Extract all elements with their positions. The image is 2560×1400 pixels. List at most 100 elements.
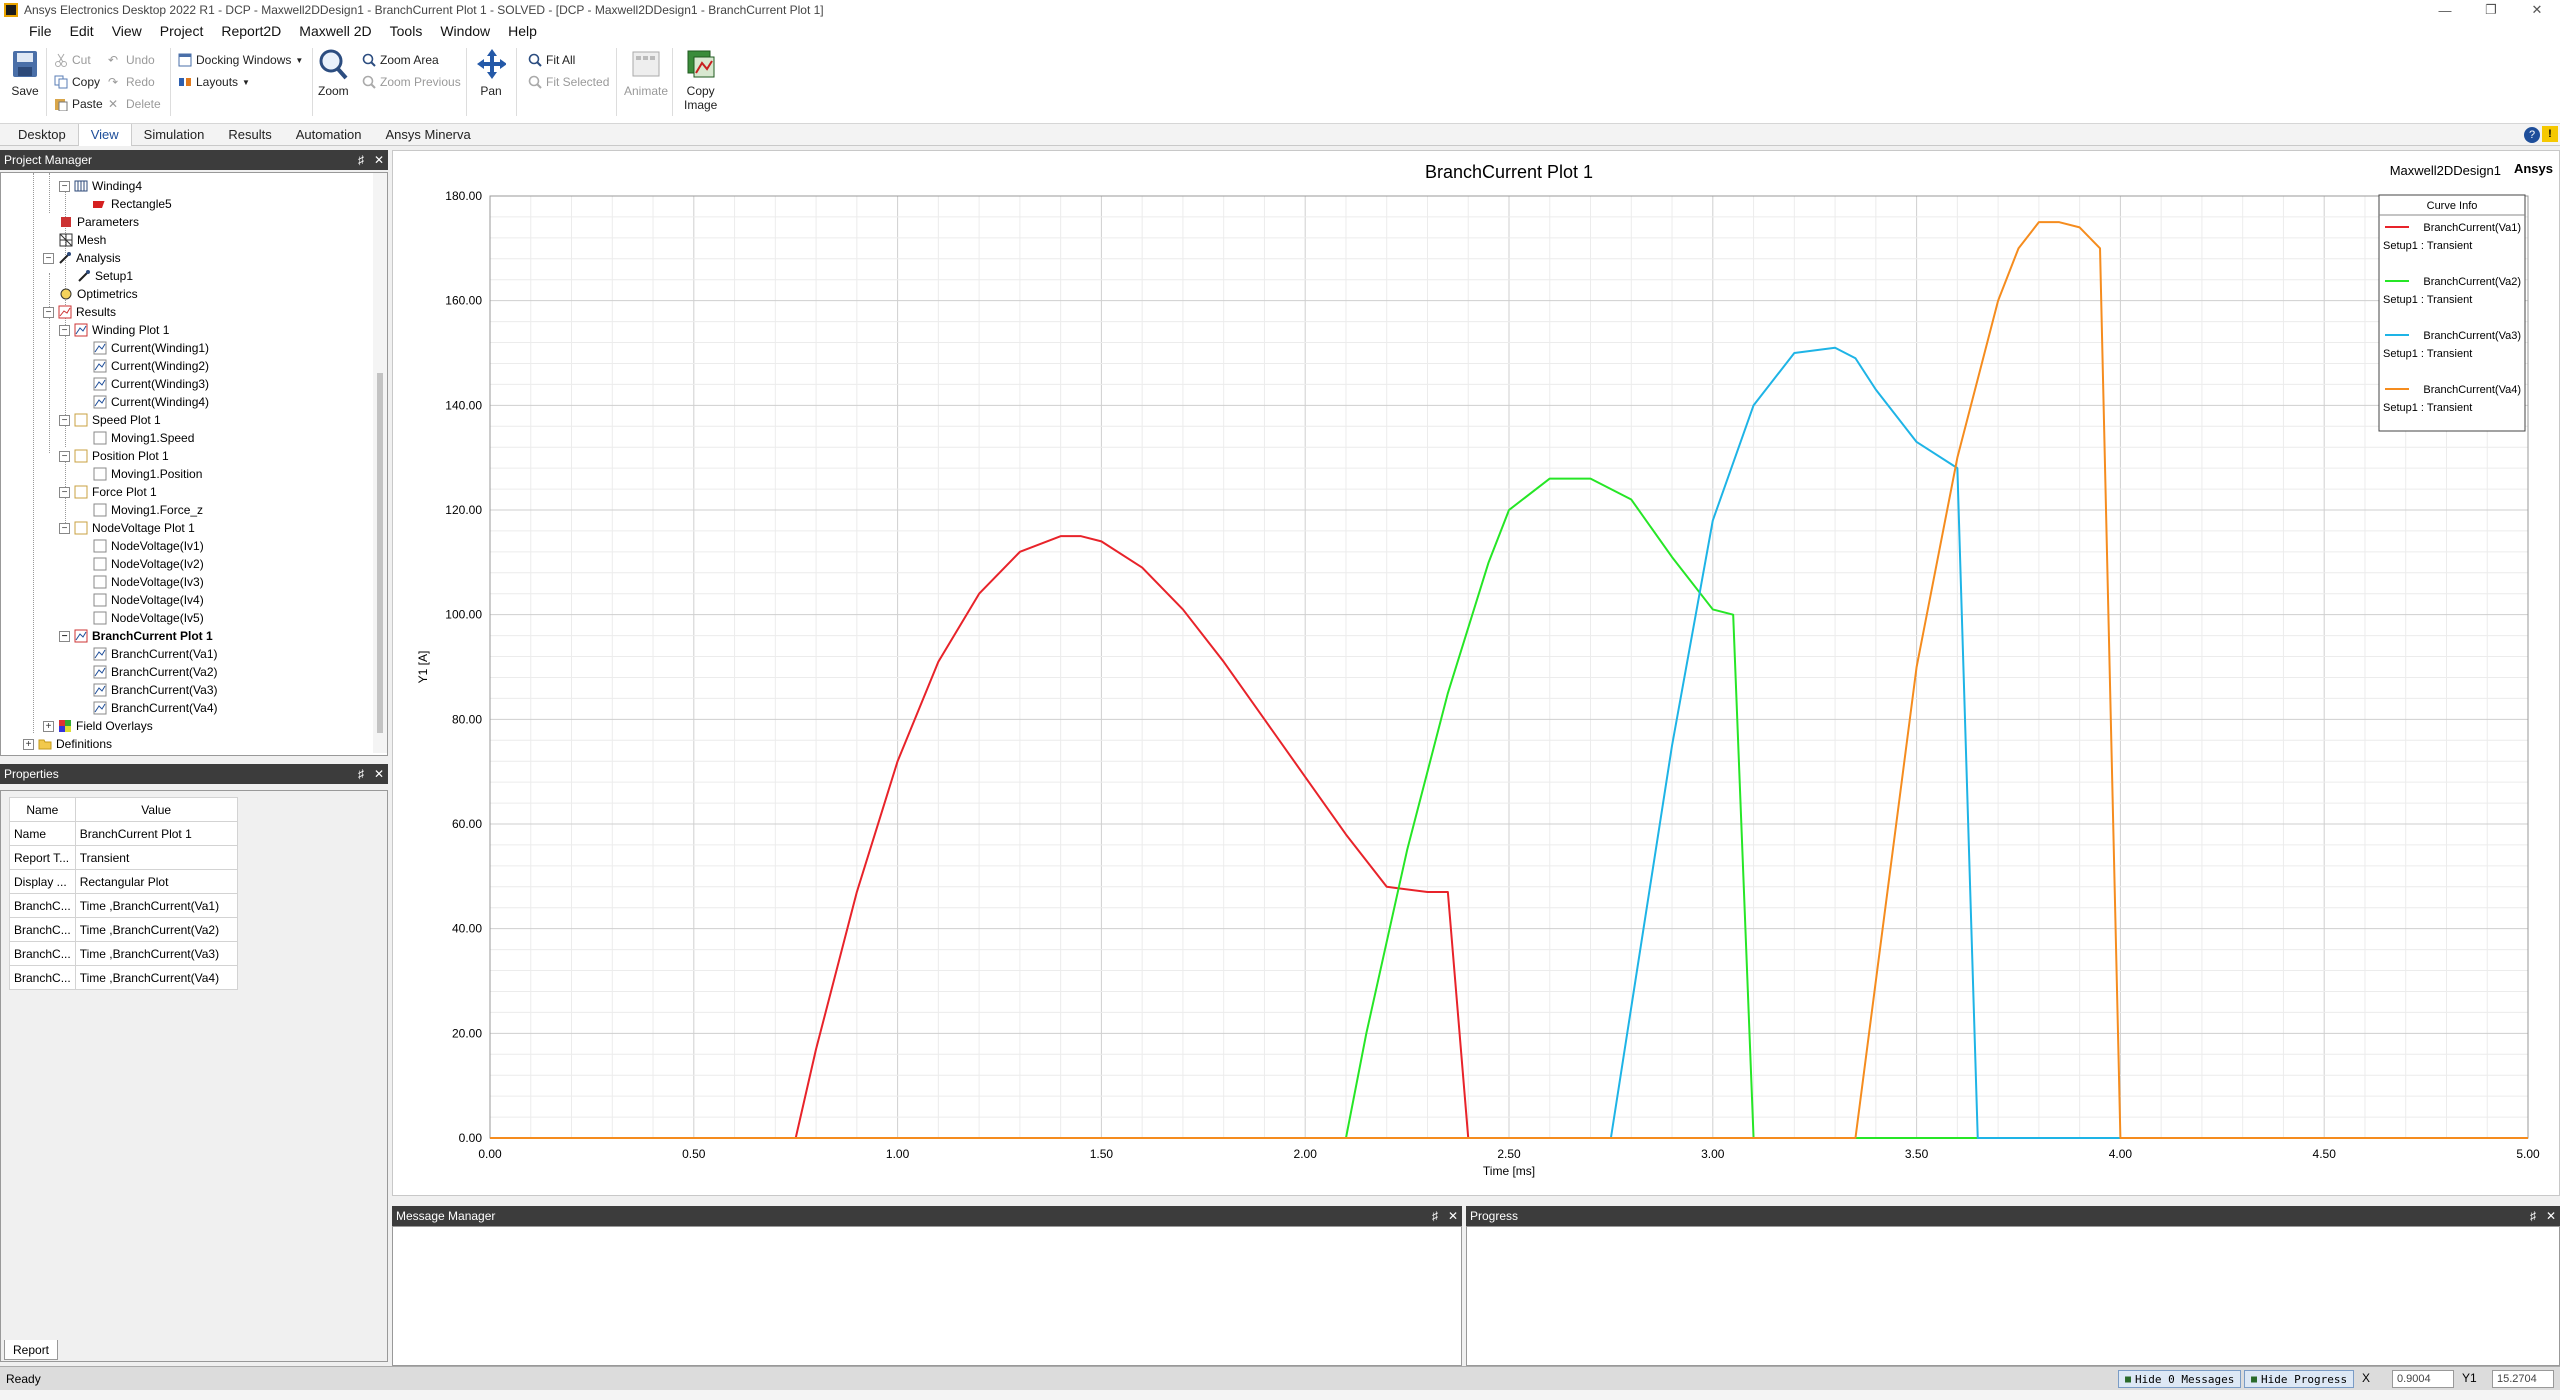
tab-simulation[interactable]: Simulation: [132, 124, 217, 146]
layouts-button[interactable]: Layouts ▼: [178, 72, 250, 92]
tab-automation[interactable]: Automation: [284, 124, 374, 146]
expand-icon[interactable]: +: [23, 738, 34, 750]
table-row[interactable]: BranchC... Time ,BranchCurrent(Va3): [9, 941, 238, 966]
tree-speed-plot[interactable]: − Speed Plot 1: [59, 411, 161, 429]
minimize-icon[interactable]: —: [2422, 0, 2468, 20]
tree-winding-plot[interactable]: − Winding Plot 1: [59, 321, 169, 339]
pan-button[interactable]: Pan: [476, 48, 506, 98]
cut-button[interactable]: Cut: [54, 50, 91, 70]
scrollbar-thumb[interactable]: [377, 373, 383, 733]
paste-button[interactable]: Paste: [54, 94, 103, 114]
tree-setup1[interactable]: Setup1: [77, 267, 133, 285]
tree-trace-item[interactable]: BranchCurrent(Va3): [93, 681, 218, 699]
tree-trace-item[interactable]: NodeVoltage(Iv1): [93, 537, 204, 555]
table-row[interactable]: BranchC... Time ,BranchCurrent(Va1): [9, 893, 238, 918]
collapse-icon[interactable]: −: [59, 630, 70, 642]
tree-trace-item[interactable]: NodeVoltage(Iv3): [93, 573, 204, 591]
tree-rectangle5[interactable]: Rectangle5: [89, 195, 172, 213]
menu-report2d[interactable]: Report2D: [212, 23, 290, 39]
tree-branchcurrent-plot[interactable]: − BranchCurrent Plot 1: [59, 627, 213, 645]
tab-view[interactable]: View: [77, 123, 132, 146]
tree-mesh[interactable]: Mesh: [59, 231, 106, 249]
tab-ansys-minerva[interactable]: Ansys Minerva: [373, 124, 482, 146]
menu-tools[interactable]: Tools: [381, 23, 432, 39]
tree-nodevoltage-plot[interactable]: − NodeVoltage Plot 1: [59, 519, 195, 537]
close-pane-icon[interactable]: ✕: [2546, 1209, 2556, 1223]
tree-trace-item[interactable]: Current(Winding2): [93, 357, 209, 375]
close-pane-icon[interactable]: ✕: [374, 153, 384, 167]
tree-trace-item[interactable]: NodeVoltage(Iv2): [93, 555, 204, 573]
collapse-icon[interactable]: −: [59, 324, 70, 336]
menu-project[interactable]: Project: [151, 23, 213, 39]
collapse-icon[interactable]: −: [43, 252, 54, 264]
collapse-icon[interactable]: −: [59, 486, 70, 498]
fit-all-button[interactable]: Fit All: [528, 50, 575, 70]
table-row[interactable]: BranchC... Time ,BranchCurrent(Va2): [9, 917, 238, 942]
tree-field-overlays[interactable]: + Field Overlays: [43, 717, 153, 735]
tree-trace-item[interactable]: BranchCurrent(Va4): [93, 699, 218, 717]
animate-button[interactable]: Animate: [624, 48, 668, 98]
expand-icon[interactable]: +: [43, 720, 54, 732]
menu-maxwell2d[interactable]: Maxwell 2D: [290, 23, 380, 39]
hide-messages-button[interactable]: ■ Hide 0 Messages: [2118, 1370, 2242, 1388]
zoom-button[interactable]: Zoom: [318, 48, 349, 98]
tree-trace-item[interactable]: Current(Winding3): [93, 375, 209, 393]
tab-results[interactable]: Results: [216, 124, 283, 146]
pin-icon[interactable]: ♯: [358, 767, 364, 781]
warning-icon[interactable]: !: [2542, 126, 2558, 142]
menu-help[interactable]: Help: [499, 23, 546, 39]
redo-button[interactable]: ↷ Redo: [108, 72, 155, 92]
tree-trace-item[interactable]: NodeVoltage(Iv5): [93, 609, 204, 627]
zoom-previous-button[interactable]: Zoom Previous: [362, 72, 461, 92]
pin-icon[interactable]: ♯: [2530, 1209, 2536, 1223]
undo-button[interactable]: ↶ Undo: [108, 50, 155, 70]
tree-scrollbar[interactable]: [373, 173, 387, 753]
collapse-icon[interactable]: −: [59, 180, 70, 192]
docking-windows-button[interactable]: Docking Windows ▼: [178, 50, 303, 70]
zoom-area-button[interactable]: Zoom Area: [362, 50, 439, 70]
help-icon[interactable]: ?: [2524, 127, 2540, 143]
delete-button[interactable]: ✕ Delete: [108, 94, 161, 114]
tab-desktop[interactable]: Desktop: [6, 124, 78, 146]
tree-trace-item[interactable]: NodeVoltage(Iv4): [93, 591, 204, 609]
tree-parameters[interactable]: Parameters: [59, 213, 139, 231]
tree-trace-item[interactable]: Current(Winding4): [93, 393, 209, 411]
copy-image-button[interactable]: Copy Image: [684, 48, 717, 112]
close-pane-icon[interactable]: ✕: [374, 767, 384, 781]
menu-view[interactable]: View: [103, 23, 151, 39]
hide-progress-button[interactable]: ■ Hide Progress: [2244, 1370, 2355, 1388]
pin-icon[interactable]: ♯: [1432, 1209, 1438, 1223]
tab-report[interactable]: Report: [4, 1340, 59, 1360]
tree-trace-item[interactable]: BranchCurrent(Va2): [93, 663, 218, 681]
tree-definitions[interactable]: + Definitions: [23, 735, 112, 753]
tree-trace-item[interactable]: BranchCurrent(Va1): [93, 645, 218, 663]
collapse-icon[interactable]: −: [59, 414, 70, 426]
plot-window[interactable]: Maxwell2DDesign1 Ansys 0.00 0.50 1.00 1.50 2…: [392, 150, 2560, 1196]
tree-trace-item[interactable]: Moving1.Position: [93, 465, 202, 483]
restore-icon[interactable]: ❐: [2468, 0, 2514, 20]
chart[interactable]: 0.00 0.50 1.00 1.50 2.00 2.50 3.00 3.50 4.00 4.50…: [393, 151, 2559, 1195]
tree-trace-item[interactable]: Moving1.Speed: [93, 429, 194, 447]
collapse-icon[interactable]: −: [43, 306, 54, 318]
save-button[interactable]: Save: [10, 48, 40, 98]
tree-position-plot[interactable]: − Position Plot 1: [59, 447, 169, 465]
fit-selected-button[interactable]: Fit Selected: [528, 72, 609, 92]
collapse-icon[interactable]: −: [59, 450, 70, 462]
menu-edit[interactable]: Edit: [61, 23, 103, 39]
tree-force-plot[interactable]: − Force Plot 1: [59, 483, 157, 501]
collapse-icon[interactable]: −: [59, 522, 70, 534]
tree-winding4[interactable]: − Winding4: [59, 177, 142, 195]
tree-results[interactable]: − Results: [43, 303, 116, 321]
close-pane-icon[interactable]: ✕: [1448, 1209, 1458, 1223]
menu-file[interactable]: File: [20, 23, 61, 39]
tree-optimetrics[interactable]: Optimetrics: [59, 285, 138, 303]
tree-trace-item[interactable]: Moving1.Force_z: [93, 501, 203, 519]
table-row[interactable]: Name BranchCurrent Plot 1: [9, 821, 238, 846]
tree-trace-item[interactable]: Current(Winding1): [93, 339, 209, 357]
table-row[interactable]: BranchC... Time ,BranchCurrent(Va4): [9, 965, 238, 990]
close-window-icon[interactable]: ✕: [2514, 0, 2560, 20]
copy-button[interactable]: Copy: [54, 72, 100, 92]
pin-icon[interactable]: ♯: [358, 153, 364, 167]
table-row[interactable]: Display ... Rectangular Plot: [9, 869, 238, 894]
tree-analysis[interactable]: − Analysis: [43, 249, 121, 267]
